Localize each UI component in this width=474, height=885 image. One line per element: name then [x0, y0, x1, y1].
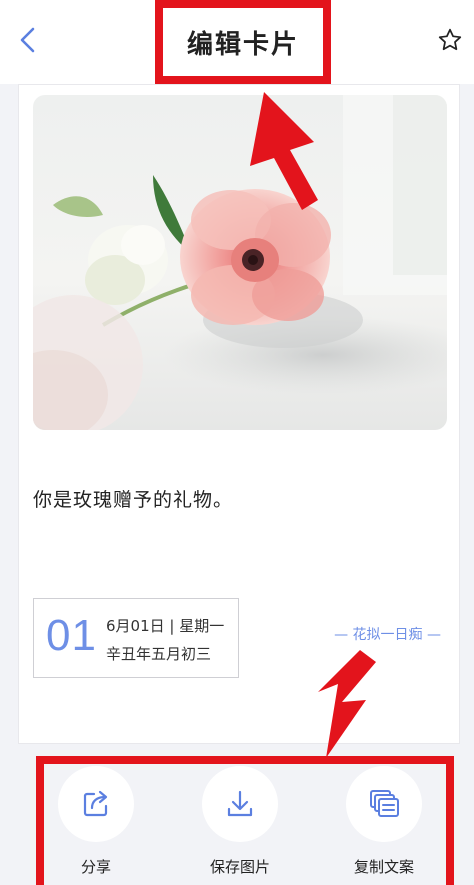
share-icon [83, 790, 108, 817]
card-quote[interactable]: 你是玫瑰赠予的礼物。 [33, 485, 233, 512]
title-highlight-box: 编辑卡片 [155, 0, 331, 84]
card: 你是玫瑰赠予的礼物。 01 6月01日 | 星期一 辛丑年五月初三 — 花拟一日… [18, 84, 460, 744]
page-title: 编辑卡片 [186, 29, 299, 60]
save-image-button[interactable]: 保存图片 [200, 766, 280, 877]
signature: — 花拟一日痴 — [334, 627, 441, 643]
save-image-label: 保存图片 [209, 858, 270, 876]
card-image[interactable] [33, 95, 447, 430]
copy-text-button[interactable]: 复制文案 [344, 766, 424, 877]
date-box: 01 6月01日 | 星期一 辛丑年五月初三 [33, 598, 239, 678]
copy-text-label: 复制文案 [353, 858, 414, 876]
top-bar: 编辑卡片 [0, 0, 474, 84]
star-icon [438, 28, 462, 51]
share-circle [58, 766, 134, 842]
back-button[interactable] [14, 26, 40, 54]
copy-icon [370, 790, 399, 817]
save-image-circle [202, 766, 278, 842]
share-label: 分享 [80, 858, 111, 876]
share-button[interactable]: 分享 [56, 766, 136, 877]
download-icon [227, 790, 253, 817]
favorite-button[interactable] [436, 26, 464, 54]
rose-photo [33, 95, 447, 430]
action-bar: 分享 保存图片 复制文案 [0, 744, 474, 885]
back-arrow-icon [20, 27, 35, 53]
copy-text-circle [346, 766, 422, 842]
date-day: 01 [46, 611, 97, 660]
date-line-lunar: 辛丑年五月初三 [106, 645, 212, 663]
date-line-gregorian: 6月01日 | 星期一 [106, 617, 225, 635]
